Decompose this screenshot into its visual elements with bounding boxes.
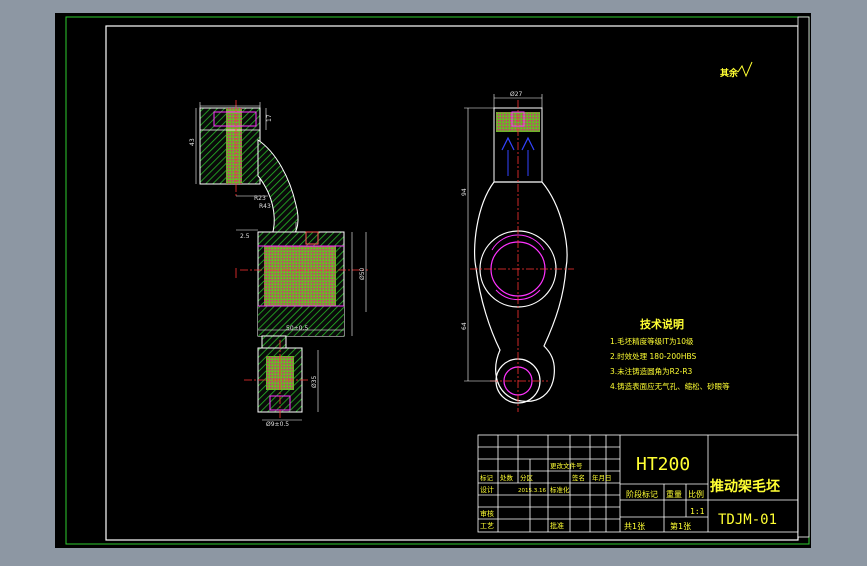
dim-r2-text: R43: [259, 203, 271, 210]
cad-viewport[interactable]: 其余 17 43 R23 R43 2.5 Ø50 50±0.5 Ø35 Ø9±0…: [0, 0, 867, 562]
design-label: 设计: [480, 485, 494, 494]
dim-top-text: 17: [266, 114, 273, 122]
rev-header-zone: 分区: [520, 473, 534, 482]
dim-width-text: 50±0.5: [286, 325, 308, 332]
scale-label: 比例: [688, 489, 704, 499]
rev-header-doc: 更改文件号: [550, 461, 583, 470]
dim-r1-text: R23: [254, 195, 266, 202]
note-item-2: 2.时效处理 180-200HBS: [610, 351, 697, 361]
weight-label: 重量: [666, 489, 682, 499]
sheet-no-text: 第1张: [670, 521, 691, 531]
rev-header-date: 年月日: [592, 473, 612, 482]
process-label: 工艺: [480, 522, 494, 530]
sheet-total-text: 共1张: [624, 522, 645, 531]
drawing-no-text: TDJM-01: [718, 512, 777, 528]
dim-front-top-text: Ø27: [510, 91, 523, 98]
approve-label: 批准: [550, 521, 564, 530]
scale-value: 1:1: [690, 507, 705, 516]
rev-header-mark: 标记: [480, 473, 494, 482]
standardize-label: 标准化: [550, 485, 570, 494]
dim-front-upper-text: 94: [461, 188, 468, 196]
note-item-1: 1.毛坯精度等级IT为10级: [610, 336, 694, 346]
part-name-text: 推动架毛坯: [710, 478, 780, 495]
dim-left-text: 43: [189, 138, 196, 146]
drawing-sheet: [55, 13, 811, 548]
dim-lower-text: Ø35: [311, 375, 318, 388]
dim-front-lower-text: 64: [461, 322, 468, 330]
right-margin-strip: [797, 16, 810, 538]
notes-title: 技术说明: [640, 317, 684, 331]
rev-header-count: 处数: [500, 473, 514, 482]
rev-header-sign: 签名: [572, 473, 585, 482]
review-label: 审核: [480, 509, 494, 518]
dim-dia-text: Ø50: [359, 267, 366, 280]
dim-bottom-text: Ø9±0.5: [266, 421, 289, 428]
stage-mark-label: 阶段标记: [626, 489, 658, 499]
drawing-canvas: 其余 17 43 R23 R43 2.5 Ø50 50±0.5 Ø35 Ø9±0…: [55, 13, 811, 548]
design-date: 2015.3.16: [518, 488, 546, 494]
surface-note-text: 其余: [720, 67, 739, 79]
dim-step-text: 2.5: [240, 233, 250, 240]
note-item-3: 3.未注铸造圆角为R2-R3: [610, 366, 693, 376]
note-item-4: 4.铸造表面应无气孔、缩松、砂眼等: [610, 381, 730, 391]
material-text: HT200: [636, 454, 690, 475]
